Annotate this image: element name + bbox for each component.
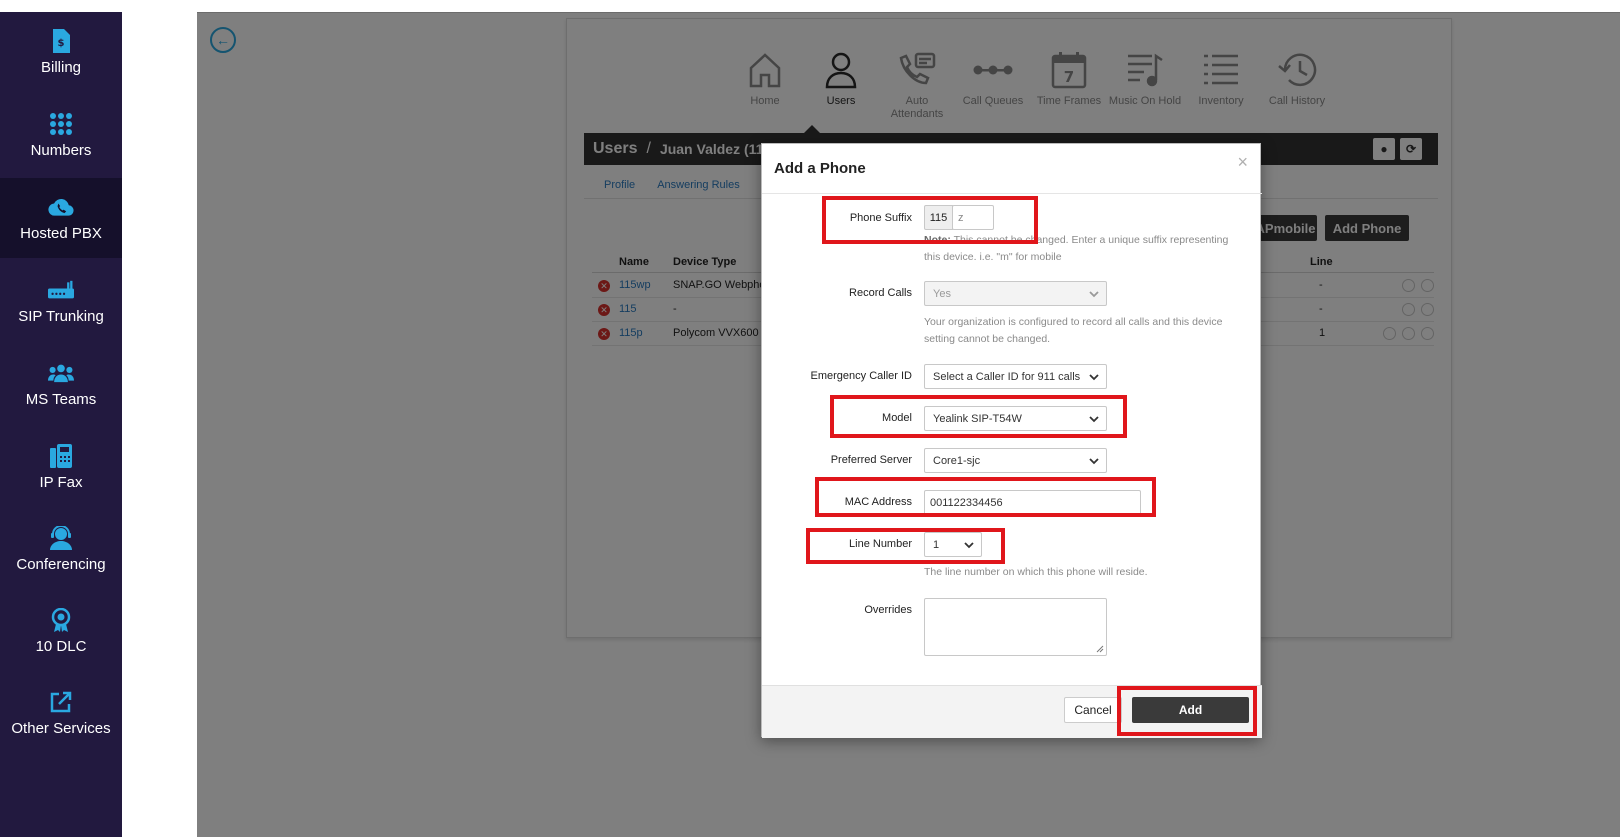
preferred-server-label: Preferred Server bbox=[830, 454, 912, 466]
users-group-icon bbox=[48, 360, 74, 386]
phone-suffix-note: Note: This cannot be changed. Enter a un… bbox=[924, 232, 1244, 266]
line-number-value: 1 bbox=[933, 538, 940, 551]
modal-footer: Cancel Add bbox=[762, 685, 1262, 738]
phone-suffix-label: Phone Suffix bbox=[849, 212, 912, 224]
sidebar-item-ms-teams[interactable]: MS Teams bbox=[0, 344, 122, 424]
chevron-down-icon bbox=[964, 542, 974, 549]
award-icon bbox=[48, 607, 74, 633]
record-calls-select: Yes bbox=[924, 281, 1107, 306]
preferred-server-select[interactable]: Core1-sjc bbox=[924, 448, 1107, 473]
billing-icon: $ bbox=[48, 28, 74, 54]
cloud-phone-icon bbox=[48, 194, 74, 220]
resize-handle-icon[interactable] bbox=[1096, 645, 1104, 653]
sidebar-item-hosted-pbx[interactable]: Hosted PBX bbox=[0, 178, 122, 258]
sidebar-item-label: Numbers bbox=[30, 142, 92, 159]
sidebar-item-label: Conferencing bbox=[16, 556, 106, 573]
note-text: This cannot be changed. Enter a unique s… bbox=[924, 234, 1229, 263]
model-value: Yealink SIP-T54W bbox=[933, 412, 1022, 425]
emergency-caller-id-label: Emergency Caller ID bbox=[810, 370, 912, 382]
emergency-caller-id-value: Select a Caller ID for 911 calls bbox=[933, 370, 1081, 383]
record-calls-value: Yes bbox=[933, 287, 951, 300]
fax-icon bbox=[48, 443, 74, 469]
svg-text:$: $ bbox=[58, 38, 65, 49]
sidebar: $ Billing Numbers Hosted PBX SIP Trunkin… bbox=[0, 12, 122, 837]
add-button[interactable]: Add bbox=[1132, 697, 1249, 723]
chevron-down-icon bbox=[1089, 416, 1099, 423]
line-number-note: The line number on which this phone will… bbox=[924, 566, 1148, 578]
line-number-label: Line Number bbox=[849, 538, 912, 550]
note-label: Note: bbox=[924, 234, 951, 246]
sidebar-item-label: Hosted PBX bbox=[20, 225, 102, 242]
modal-title: Add a Phone bbox=[774, 160, 866, 177]
sidebar-item-sip-trunking[interactable]: SIP Trunking bbox=[0, 261, 122, 341]
sidebar-item-conferencing[interactable]: Conferencing bbox=[0, 509, 122, 589]
mac-address-label: MAC Address bbox=[844, 496, 912, 508]
record-calls-note: Your organization is configured to recor… bbox=[924, 316, 1223, 345]
dialpad-icon bbox=[48, 111, 74, 137]
close-icon[interactable]: × bbox=[1237, 152, 1248, 173]
sidebar-item-label: MS Teams bbox=[25, 391, 97, 408]
add-phone-modal: Add a Phone × Phone Suffix 115 z Note: T… bbox=[761, 143, 1262, 738]
sidebar-item-ip-fax[interactable]: IP Fax bbox=[0, 427, 122, 507]
external-link-icon bbox=[48, 689, 74, 715]
headset-user-icon bbox=[48, 525, 74, 551]
router-icon bbox=[48, 277, 74, 303]
modal-header: Add a Phone × bbox=[762, 144, 1262, 194]
sidebar-item-numbers[interactable]: Numbers bbox=[0, 95, 122, 175]
sidebar-item-label: Other Services bbox=[11, 720, 111, 737]
sidebar-item-label: Billing bbox=[40, 59, 82, 76]
record-calls-label: Record Calls bbox=[849, 287, 912, 299]
chevron-down-icon bbox=[1089, 374, 1099, 381]
preferred-server-value: Core1-sjc bbox=[933, 454, 981, 467]
overrides-textarea[interactable] bbox=[924, 598, 1107, 656]
chevron-down-icon bbox=[1089, 458, 1099, 465]
sidebar-item-label: IP Fax bbox=[39, 474, 83, 491]
sidebar-item-billing[interactable]: $ Billing bbox=[0, 12, 122, 92]
sidebar-item-label: SIP Trunking bbox=[18, 308, 104, 325]
mac-address-input[interactable]: 001122334456 bbox=[924, 490, 1141, 515]
sidebar-item-label: 10 DLC bbox=[35, 638, 87, 655]
line-number-select[interactable]: 1 bbox=[924, 532, 982, 557]
cancel-button[interactable]: Cancel bbox=[1064, 697, 1122, 723]
model-select[interactable]: Yealink SIP-T54W bbox=[924, 406, 1107, 431]
page-gutter bbox=[122, 12, 197, 837]
chevron-down-icon bbox=[1089, 291, 1099, 298]
sidebar-item-10-dlc[interactable]: 10 DLC bbox=[0, 591, 122, 671]
phone-suffix-input[interactable]: z bbox=[952, 205, 994, 230]
phone-suffix-prefix: 115 bbox=[924, 205, 953, 230]
emergency-caller-id-select[interactable]: Select a Caller ID for 911 calls bbox=[924, 364, 1107, 389]
sidebar-item-other-services[interactable]: Other Services bbox=[0, 673, 122, 753]
model-label: Model bbox=[882, 412, 912, 424]
overrides-label: Overrides bbox=[864, 604, 912, 616]
